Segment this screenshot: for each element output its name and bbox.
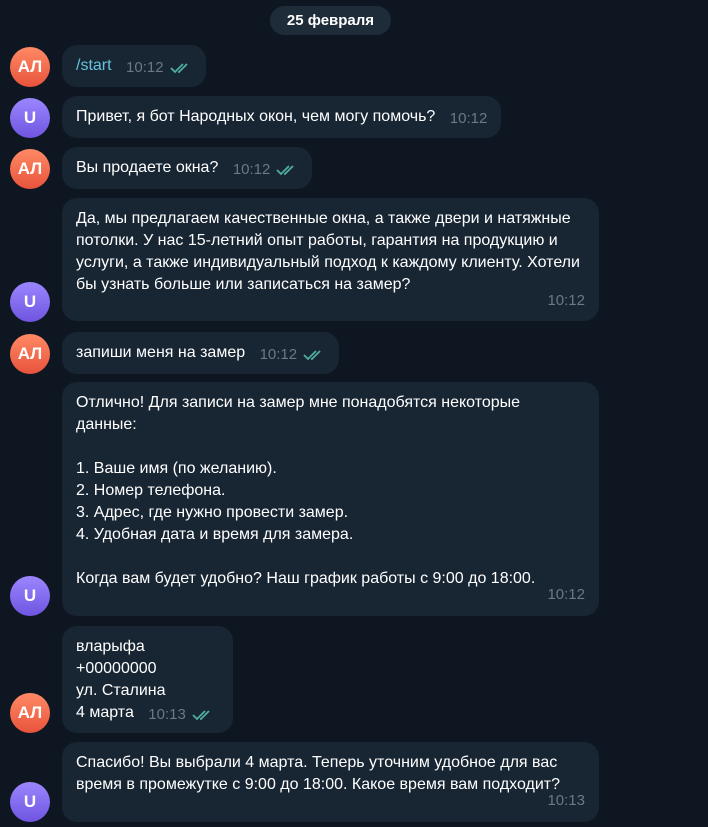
double-check-icon xyxy=(192,709,214,721)
message-text: Вы продаете окна? xyxy=(76,159,219,176)
avatar[interactable]: U xyxy=(10,98,50,138)
double-check-icon xyxy=(169,62,192,74)
message-time: 10:13 xyxy=(547,792,585,809)
avatar[interactable]: АЛ xyxy=(10,334,50,374)
message-line: 4 марта xyxy=(76,704,134,721)
message-meta: 10:12 xyxy=(450,108,488,130)
message-line: вларыфа xyxy=(76,638,145,655)
avatar[interactable]: АЛ xyxy=(10,149,50,189)
date-badge: 25 февраля xyxy=(270,6,391,35)
message-bubble: Привет, я бот Народных окон, чем могу по… xyxy=(62,96,502,138)
message-text: Отлично! Для записи на замер мне понадоб… xyxy=(76,394,536,587)
message-time: 10:12 xyxy=(547,292,585,309)
date-label: 25 февраля xyxy=(286,12,375,29)
avatar[interactable]: U xyxy=(10,282,50,322)
message-text: Привет, я бот Народных окон, чем могу по… xyxy=(76,108,436,125)
avatar-initials: АЛ xyxy=(17,159,43,178)
message-meta: 10:13 xyxy=(148,704,214,726)
avatar-initials: U xyxy=(23,792,37,811)
message-text: запиши меня на замер xyxy=(76,344,246,361)
message-time: 10:12 xyxy=(126,59,164,76)
message-meta: 10:12 xyxy=(260,344,326,366)
message-bubble: /start 10:12 xyxy=(62,45,206,87)
message-time: 10:13 xyxy=(148,706,186,723)
avatar[interactable]: АЛ xyxy=(10,47,50,87)
message-time: 10:12 xyxy=(449,110,488,127)
avatar-initials: АЛ xyxy=(17,344,43,363)
message-line: +00000000 xyxy=(76,660,157,677)
message-bubble: запиши меня на замер 10:12 xyxy=(62,332,340,374)
avatar-initials: АЛ xyxy=(17,703,43,722)
message-line: ул. Сталина xyxy=(76,682,166,699)
message-bubble: Отлично! Для записи на замер мне понадоб… xyxy=(62,382,599,616)
message-bubble: Спасибо! Вы выбрали 4 марта. Теперь уточ… xyxy=(62,742,599,822)
double-check-icon xyxy=(303,349,325,361)
message-meta: 10:12 xyxy=(126,57,192,79)
double-check-icon xyxy=(276,164,298,176)
message-bubble: вларыфа +00000000 ул. Сталина 4 марта 10… xyxy=(62,626,233,733)
avatar-initials: U xyxy=(23,108,37,127)
message-time: 10:12 xyxy=(547,586,585,603)
message-text: Да, мы предлагаем качественные окна, а т… xyxy=(76,210,585,293)
message-time: 10:12 xyxy=(259,346,298,363)
avatar[interactable]: U xyxy=(10,782,50,822)
avatar-initials: U xyxy=(23,292,37,311)
avatar-initials: U xyxy=(23,586,37,605)
message-meta: 10:12 xyxy=(233,159,299,181)
message-bubble: Да, мы предлагаем качественные окна, а т… xyxy=(62,198,599,321)
avatar-initials: АЛ xyxy=(17,57,43,76)
avatar[interactable]: U xyxy=(10,576,50,616)
message-bubble: Вы продаете окна? 10:12 xyxy=(62,147,313,189)
command-link[interactable]: /start xyxy=(76,57,112,74)
message-time: 10:12 xyxy=(232,161,271,178)
avatar[interactable]: АЛ xyxy=(10,693,50,733)
message-text: Спасибо! Вы выбрали 4 марта. Теперь уточ… xyxy=(76,754,562,793)
